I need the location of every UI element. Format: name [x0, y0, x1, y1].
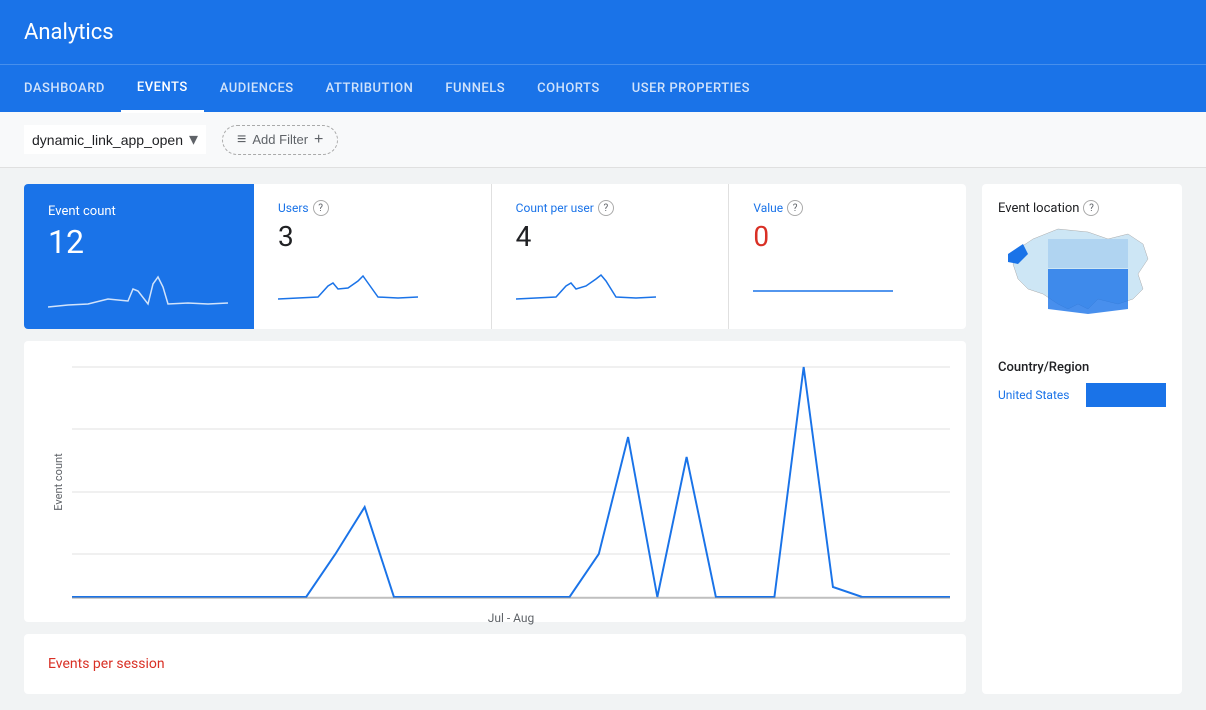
nav-events[interactable]: EVENTS: [121, 65, 204, 113]
svg-text:27: 27: [768, 605, 780, 607]
count-per-user-value: 4: [516, 220, 705, 253]
y-axis-label: Event count: [52, 453, 65, 510]
svg-text:3: 3: [72, 605, 75, 607]
count-per-user-mini-chart: [516, 261, 705, 301]
event-count-value: 12: [48, 223, 230, 261]
svg-text:17: 17: [476, 605, 488, 607]
users-value: 3: [278, 220, 467, 253]
left-panel: Event count 12 Users ? 3: [24, 184, 966, 694]
event-dropdown[interactable]: dynamic_link_app_open ▾: [24, 125, 206, 154]
count-per-user-label: Count per user: [516, 201, 594, 215]
nav-attribution[interactable]: ATTRIBUTION: [310, 65, 430, 113]
svg-text:23: 23: [651, 605, 663, 607]
add-filter-label: Add Filter: [252, 132, 308, 147]
main-chart-card: Event count 8 6 4 2 0: [24, 341, 966, 622]
right-panel: Event location ? Country/Region Unit: [982, 184, 1182, 694]
filter-icon: ≡: [237, 131, 246, 149]
map-visual: [998, 224, 1158, 344]
svg-text:19: 19: [534, 605, 546, 607]
count-per-user-stat: Count per user ? 4: [492, 184, 730, 329]
stats-card: Event count 12 Users ? 3: [24, 184, 966, 329]
value-help-icon[interactable]: ?: [787, 200, 803, 216]
users-stat: Users ? 3: [254, 184, 492, 329]
country-region-label: Country/Region: [998, 360, 1166, 375]
svg-text:13: 13: [359, 605, 371, 607]
value-stat: Value ? 0: [729, 184, 966, 329]
users-mini-chart: [278, 261, 467, 301]
svg-text:15: 15: [417, 605, 429, 607]
value-label: Value: [753, 201, 783, 215]
event-count-box: Event count 12: [24, 184, 254, 329]
main-content: Event count 12 Users ? 3: [0, 168, 1206, 710]
users-label: Users: [278, 201, 309, 215]
event-dropdown-label: dynamic_link_app_open: [32, 132, 183, 148]
svg-text:31: 31: [885, 605, 897, 607]
users-help-icon[interactable]: ?: [313, 200, 329, 216]
app-title: Analytics: [24, 20, 114, 45]
event-count-label: Event count: [48, 204, 230, 219]
value-mini-chart: [753, 261, 942, 301]
nav-user-properties[interactable]: USER PROPERTIES: [616, 65, 766, 113]
bottom-card: Events per session: [24, 634, 966, 694]
nav-audiences[interactable]: AUDIENCES: [204, 65, 310, 113]
svg-text:21: 21: [593, 605, 605, 607]
chevron-down-icon: ▾: [189, 129, 198, 150]
value-value: 0: [753, 220, 942, 253]
nav-dashboard[interactable]: DASHBOARD: [8, 65, 121, 113]
country-row: United States: [998, 383, 1166, 407]
filter-bar: dynamic_link_app_open ▾ ≡ Add Filter +: [0, 112, 1206, 168]
chart-area: 8 6 4 2 0 3 5 7 9 11 13 15 17 19: [72, 357, 950, 606]
header: Analytics: [0, 0, 1206, 64]
svg-text:5: 5: [128, 605, 134, 607]
nav-funnels[interactable]: FUNNELS: [429, 65, 521, 113]
nav-bar: DASHBOARD EVENTS AUDIENCES ATTRIBUTION F…: [0, 64, 1206, 112]
event-location-help-icon[interactable]: ?: [1083, 200, 1099, 216]
count-per-user-help-icon[interactable]: ?: [598, 200, 614, 216]
add-filter-button[interactable]: ≡ Add Filter +: [222, 125, 338, 155]
country-bar: [1086, 383, 1166, 407]
plus-icon: +: [314, 131, 323, 149]
events-per-session-label: Events per session: [48, 656, 165, 672]
event-count-mini-chart: [48, 269, 230, 309]
x-axis-label: Jul - Aug: [72, 611, 950, 625]
event-location-label: Event location ?: [998, 200, 1166, 216]
svg-text:9: 9: [245, 605, 251, 607]
svg-text:25: 25: [710, 605, 722, 607]
svg-text:29: 29: [827, 605, 839, 607]
map-section: Event location ? Country/Region Unit: [982, 184, 1182, 423]
svg-text:7: 7: [186, 605, 192, 607]
nav-cohorts[interactable]: COHORTS: [521, 65, 616, 113]
country-name: United States: [998, 388, 1078, 402]
svg-text:11: 11: [300, 605, 312, 607]
